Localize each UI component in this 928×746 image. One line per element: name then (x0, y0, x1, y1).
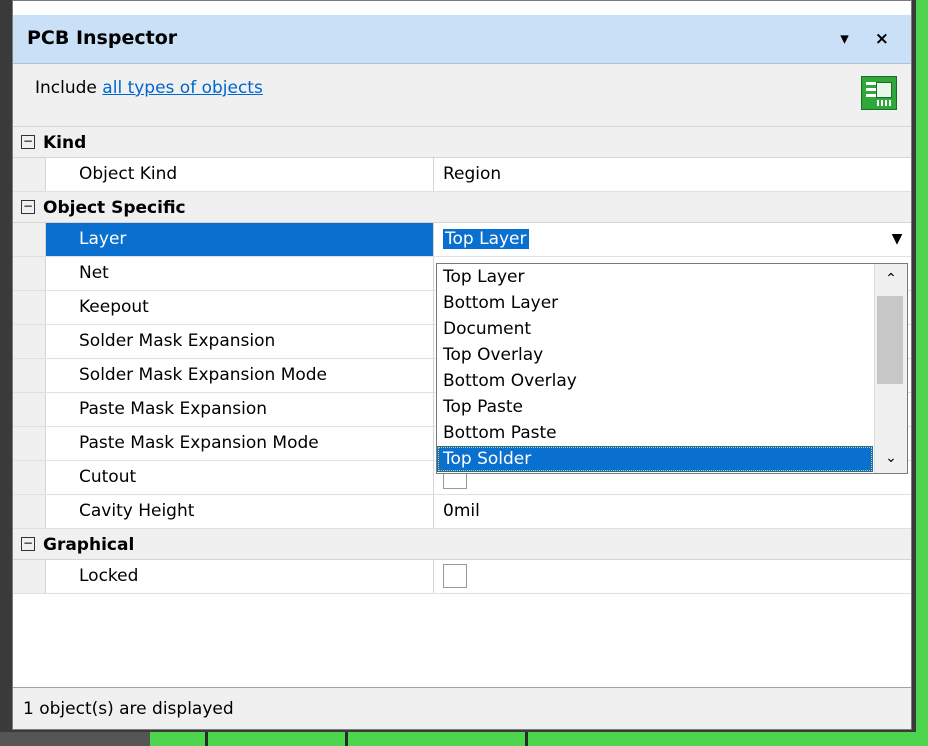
pcb-trace-line (525, 732, 528, 746)
panel-titlebar[interactable]: PCB Inspector ▾ × (13, 15, 911, 64)
property-value[interactable] (435, 560, 911, 593)
property-name: Keepout (46, 291, 434, 324)
collapse-icon[interactable]: − (21, 200, 35, 214)
pcb-board-icon[interactable] (861, 76, 897, 110)
include-bar: Include all types of objects (13, 64, 911, 127)
property-value[interactable]: 0mil (435, 495, 911, 528)
property-row-locked[interactable]: Locked (13, 560, 911, 594)
property-name: Solder Mask Expansion (46, 325, 434, 358)
pcb-canvas-strip (0, 732, 150, 746)
pcb-trace-line (205, 732, 208, 746)
dropdown-option[interactable]: Bottom Layer (437, 290, 873, 316)
layer-dropdown-list[interactable]: Top Layer Bottom Layer Document Top Over… (436, 263, 908, 474)
section-kind[interactable]: − Kind (13, 127, 911, 158)
dropdown-option[interactable]: Bottom Paste (437, 420, 873, 446)
property-name: Object Kind (46, 158, 434, 191)
pcb-green-trace (916, 0, 928, 746)
locked-checkbox[interactable] (443, 564, 467, 588)
layer-select[interactable]: Top Layer ▼ (435, 223, 911, 256)
property-name: Paste Mask Expansion (46, 393, 434, 426)
close-icon[interactable]: × (875, 29, 899, 49)
dropdown-option[interactable]: Top Overlay (437, 342, 873, 368)
scroll-up-icon[interactable]: ⌃ (875, 264, 907, 294)
dropdown-option-highlighted[interactable]: Top Solder (437, 446, 873, 472)
scroll-down-icon[interactable]: ⌄ (875, 443, 907, 473)
dropdown-option[interactable]: Document (437, 316, 873, 342)
property-name: Layer (46, 223, 434, 256)
property-name: Solder Mask Expansion Mode (46, 359, 434, 392)
panel-menu-icon[interactable]: ▾ (840, 29, 859, 49)
property-value: Region (443, 164, 502, 184)
dropdown-option[interactable]: Top Layer (437, 264, 873, 290)
property-row-layer[interactable]: Layer Top Layer ▼ (13, 223, 911, 257)
property-name: Net (46, 257, 434, 290)
scroll-thumb[interactable] (877, 296, 903, 384)
property-name: Paste Mask Expansion Mode (46, 427, 434, 460)
status-bar: 1 object(s) are displayed (13, 687, 911, 729)
pcb-trace-line (345, 732, 348, 746)
property-name: Cavity Height (46, 495, 434, 528)
section-label: Kind (43, 133, 87, 153)
section-label: Graphical (43, 535, 135, 555)
layer-select-value: Top Layer (443, 229, 529, 249)
section-label: Object Specific (43, 198, 186, 218)
property-name: Cutout (46, 461, 434, 494)
panel-title: PCB Inspector (27, 27, 178, 49)
collapse-icon[interactable]: − (21, 135, 35, 149)
include-label: Include (35, 78, 97, 98)
property-name: Locked (46, 560, 434, 593)
dropdown-scrollbar[interactable]: ⌃ ⌄ (874, 264, 907, 473)
pcb-green-strip (150, 732, 928, 746)
section-graphical[interactable]: − Graphical (13, 529, 911, 560)
property-row-cavity-height[interactable]: Cavity Height 0mil (13, 495, 911, 529)
collapse-icon[interactable]: − (21, 537, 35, 551)
dropdown-option[interactable]: Top Paste (437, 394, 873, 420)
section-object-specific[interactable]: − Object Specific (13, 192, 911, 223)
property-row-object-kind[interactable]: Object Kind Region (13, 158, 911, 192)
dropdown-arrow-icon[interactable]: ▼ (887, 229, 907, 249)
object-types-link[interactable]: all types of objects (102, 78, 263, 98)
dropdown-option[interactable]: Bottom Overlay (437, 368, 873, 394)
